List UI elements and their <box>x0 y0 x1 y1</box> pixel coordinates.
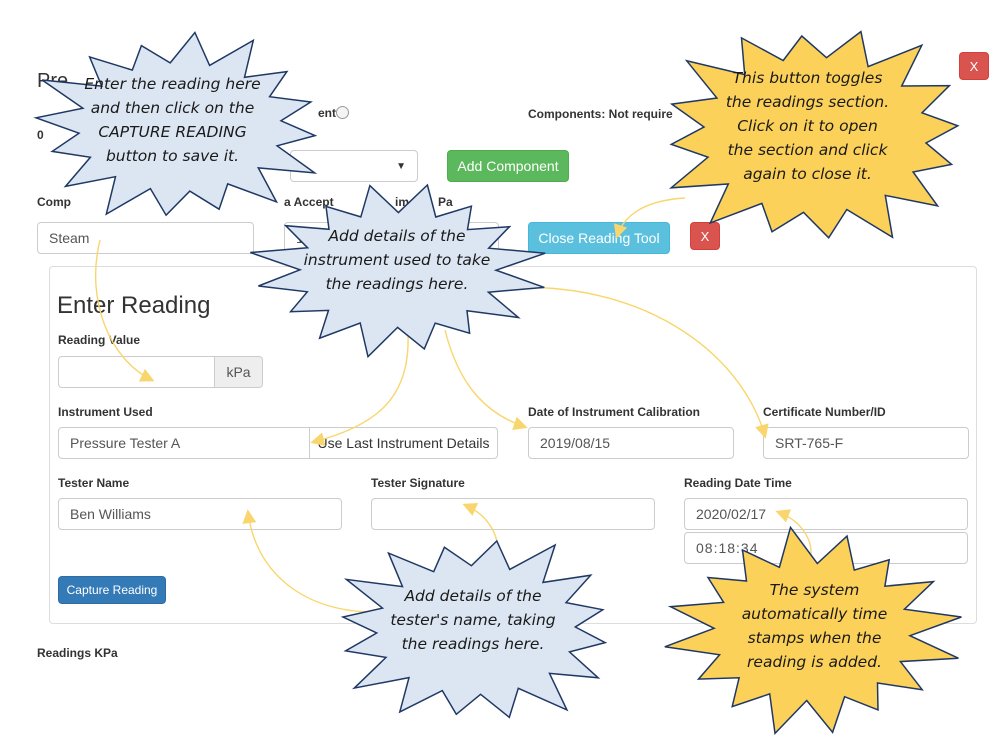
callout-toggle: This button toggles the readings section.… <box>725 69 890 184</box>
callout-timestamp: The system automatically time stamps when… <box>741 581 888 672</box>
arrow-to-close-tool <box>613 197 686 239</box>
arrow-to-instrument <box>310 334 409 447</box>
arrow-to-reading-value <box>94 239 155 382</box>
callout-tester: Add details of the tester's name, taking … <box>390 587 556 654</box>
callout-instrument: Add details of the instrument used to tak… <box>303 227 491 294</box>
arrow-to-certificate <box>504 286 769 439</box>
arrow-to-tester-name <box>242 509 371 613</box>
arrow-to-calibration <box>444 329 528 430</box>
callout-enter-reading: Enter the reading here and then click on … <box>84 75 261 166</box>
